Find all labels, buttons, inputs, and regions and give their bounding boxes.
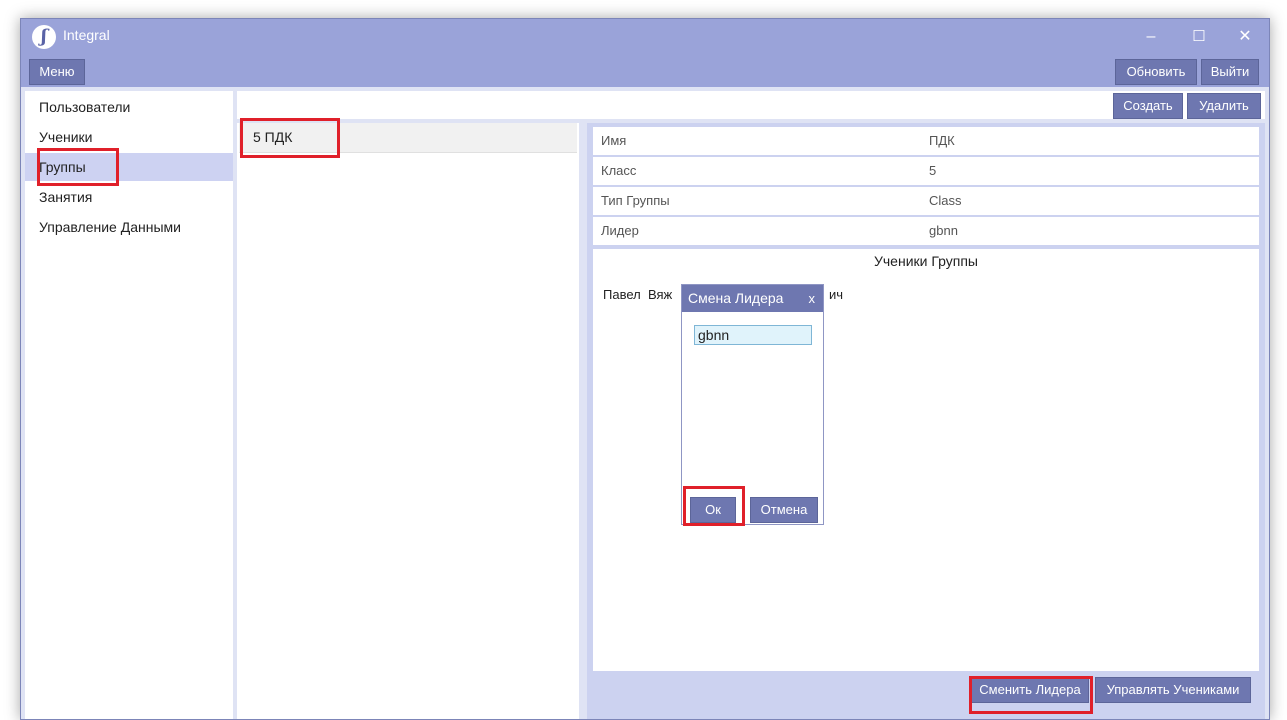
dialog-title-text: Смена Лидера xyxy=(688,290,784,306)
property-row-group-type: Тип Группы Class xyxy=(593,187,1259,215)
exit-button[interactable]: Выйти xyxy=(1201,59,1259,85)
leader-select-item[interactable]: gbnn xyxy=(694,325,812,345)
property-row-name: Имя ПДК xyxy=(593,127,1259,155)
menu-bar: Меню Обновить Выйти xyxy=(21,55,1269,87)
sidebar-item-students[interactable]: Ученики xyxy=(25,123,233,151)
content-area: Пользователи Ученики Группы Занятия Упра… xyxy=(21,87,1269,719)
menu-button[interactable]: Меню xyxy=(29,59,85,85)
sidebar-item-groups[interactable]: Группы xyxy=(25,153,233,181)
property-row-class: Класс 5 xyxy=(593,157,1259,185)
property-key: Лидер xyxy=(601,223,639,238)
maximize-icon[interactable]: ☐ xyxy=(1181,23,1217,51)
student-name[interactable]: Павел Вяж xyxy=(603,287,672,302)
refresh-button[interactable]: Обновить xyxy=(1115,59,1197,85)
change-leader-button[interactable]: Сменить Лидера xyxy=(971,677,1089,703)
sidebar: Пользователи Ученики Группы Занятия Упра… xyxy=(25,91,233,719)
property-value: Class xyxy=(929,193,962,208)
ok-button[interactable]: Ок xyxy=(690,497,736,523)
sidebar-item-data-management[interactable]: Управление Данными xyxy=(25,213,233,241)
property-key: Тип Группы xyxy=(601,193,670,208)
create-button[interactable]: Создать xyxy=(1113,93,1183,119)
property-row-leader: Лидер gbnn xyxy=(593,217,1259,245)
list-item[interactable]: 5 ПДК xyxy=(239,123,577,153)
title-bar: ʃ Integral – ☐ ✕ xyxy=(21,19,1269,55)
property-key: Имя xyxy=(601,133,627,148)
property-value: ПДК xyxy=(929,133,955,148)
students-title: Ученики Группы xyxy=(873,253,978,269)
app-title: Integral xyxy=(63,27,110,43)
manage-students-button[interactable]: Управлять Учениками xyxy=(1095,677,1251,703)
property-key: Класс xyxy=(601,163,637,178)
cancel-button[interactable]: Отмена xyxy=(750,497,818,523)
dialog-title: Смена Лидера x xyxy=(682,285,823,312)
app-logo-icon: ʃ xyxy=(32,25,56,49)
app-window: ʃ Integral – ☐ ✕ Меню Обновить Выйти Пол… xyxy=(20,18,1270,720)
minimize-icon[interactable]: – xyxy=(1133,23,1169,51)
property-value: gbnn xyxy=(929,223,958,238)
close-icon[interactable]: ✕ xyxy=(1227,23,1263,51)
change-leader-dialog: Смена Лидера x gbnn Ок Отмена xyxy=(681,284,824,525)
delete-button[interactable]: Удалить xyxy=(1187,93,1261,119)
dialog-close-icon[interactable]: x xyxy=(809,285,816,312)
sidebar-item-lessons[interactable]: Занятия xyxy=(25,183,233,211)
student-name-tail: ич xyxy=(829,287,844,302)
group-list: 5 ПДК xyxy=(237,123,579,719)
toolbar: Создать Удалить xyxy=(237,91,1265,119)
property-value: 5 xyxy=(929,163,937,178)
sidebar-item-users[interactable]: Пользователи xyxy=(25,93,233,121)
